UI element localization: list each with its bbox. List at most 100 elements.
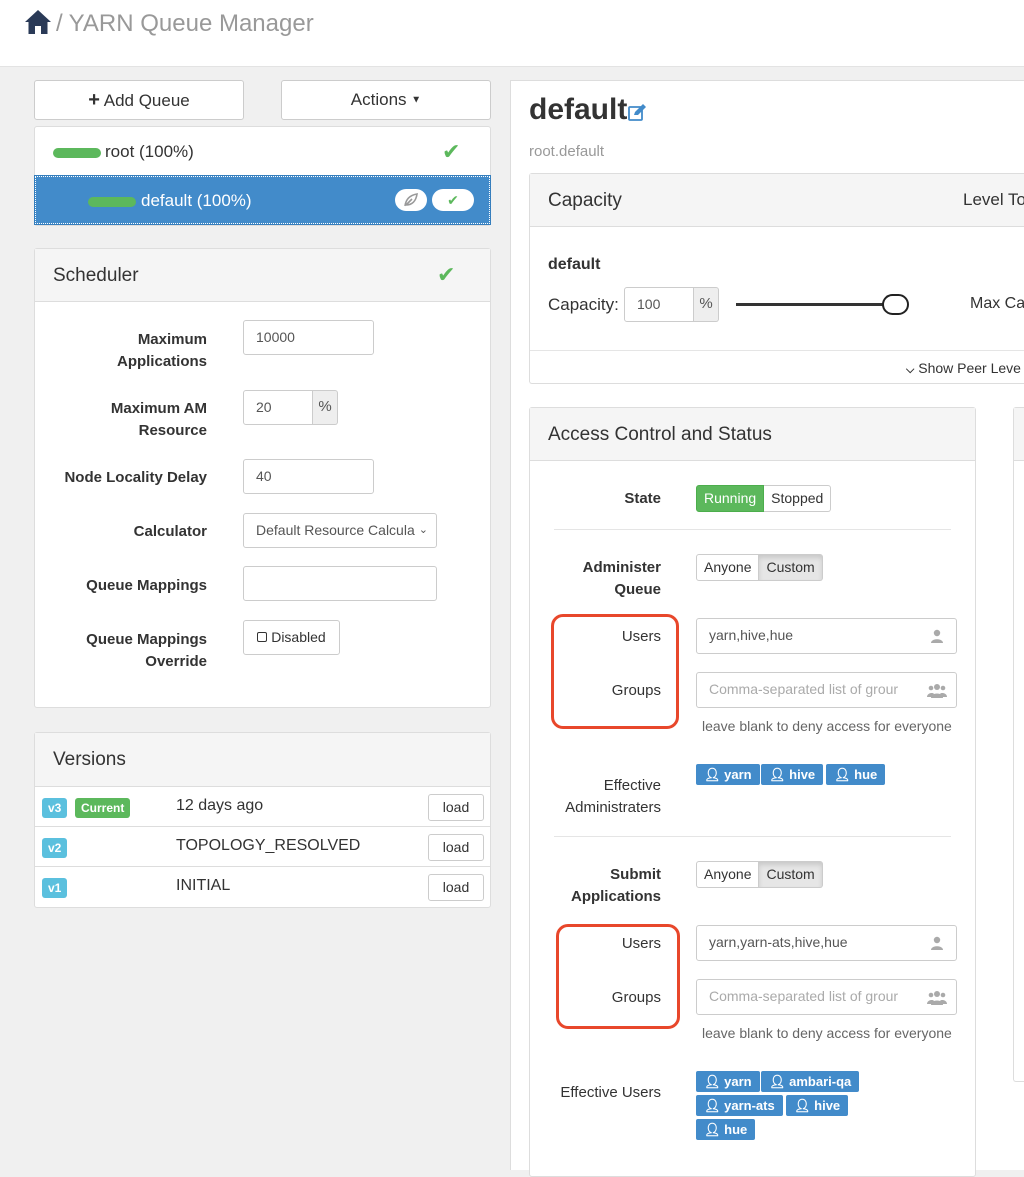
submit-users-input[interactable]: yarn,yarn-ats,hive,hue [696,925,957,961]
submit-custom-button[interactable]: Custom [759,861,823,888]
node-locality-label: Node Locality Delay [64,469,207,486]
side-panel-header [1014,408,1024,461]
mappings-override-toggle[interactable]: Disabled [243,620,340,655]
submit-blank-hint: leave blank to deny access for everyone [702,1025,952,1041]
versions-panel: Versions v3 Current 12 days ago load v2 … [34,732,491,908]
user-icon [931,629,943,643]
scheduler-panel: Scheduler ✔ Maximum Applications 10000 M… [34,248,491,708]
max-apps-label: Maximum Applications [116,331,207,370]
plus-icon: + [88,89,100,111]
submit-groups-placeholder: Comma-separated list of grour [709,988,899,1004]
capacity-panel: Capacity Level To default Capacity: 100 … [529,173,1024,384]
divider [530,350,1024,351]
effective-admin-tag: 👤︎ hue [826,764,886,785]
state-stopped-button[interactable]: Stopped [764,485,832,512]
show-peer-levels-link[interactable]: ⌵ Show Peer Leve [906,360,1021,377]
user-icon: 👤︎ [794,1098,811,1113]
state-label: State [624,490,661,507]
home-icon[interactable] [24,9,52,35]
add-queue-button[interactable]: + Add Queue [34,80,244,120]
submit-groups-label: Groups [611,989,661,1006]
user-icon: 👤︎ [704,1122,721,1137]
scheduler-header: Scheduler ✔ [35,249,490,302]
tag-label: hue [854,767,878,782]
edit-icon[interactable] [627,103,647,123]
state-running-button[interactable]: Running [696,485,765,512]
user-icon: 👤︎ [704,1098,721,1113]
capacity-slider-handle[interactable] [882,294,909,315]
load-button[interactable]: load [428,874,484,901]
access-header: Access Control and Status [530,408,975,461]
tree-item-label: default (100%) [141,191,252,210]
breadcrumb-separator: / [56,10,63,37]
admin-groups-input[interactable]: Comma-separated list of grour [696,672,957,708]
effective-users-label: Effective Users [560,1084,661,1101]
effective-admin-tag: 👤︎ hive [761,764,824,785]
leaf-icon [395,189,427,211]
versions-title: Versions [53,749,126,770]
version-row: v1 INITIAL load [35,866,490,906]
admin-users-label: Users [621,628,661,645]
queue-mappings-label: Queue Mappings [86,577,207,594]
queue-name-title: default [529,93,628,126]
version-name: TOPOLOGY_RESOLVED [176,837,361,854]
admin-blank-hint: leave blank to deny access for everyone [702,718,952,734]
submit-groups-input[interactable]: Comma-separated list of grour [696,979,957,1015]
capacity-input[interactable]: 100 [624,287,694,322]
submit-applications-label: Submit Applications [570,866,661,905]
tree-item-label: root (100%) [105,142,194,161]
version-tag: v1 [42,878,68,898]
capacity-bar [88,197,136,207]
version-row: v3 Current 12 days ago load [35,786,490,826]
version-name: 12 days ago [176,797,264,814]
percent-addon: % [694,287,719,322]
max-capacity-label: Max Ca [970,295,1024,312]
access-panel: Access Control and Status State Running … [529,407,976,1177]
queue-detail: default root.default Capacity Level To d… [510,80,1024,1177]
chevron-down-icon: ⌵ [906,364,915,376]
capacity-slider-track[interactable] [736,303,906,306]
capacity-queue-name: default [548,256,601,273]
check-icon: ✔ [437,262,456,287]
calculator-select[interactable]: Default Resource Calcula ⌄ [243,513,437,548]
mappings-override-label: Queue Mappings Override [86,631,207,670]
version-tag: v3 [42,798,68,818]
administer-toggle: Anyone Custom [696,554,823,581]
load-button[interactable]: load [428,834,484,861]
actions-dropdown-button[interactable]: Actions ▼ [281,80,491,120]
load-button[interactable]: load [428,794,484,821]
max-apps-input[interactable]: 10000 [243,320,374,355]
tag-label: ambari-qa [789,1074,852,1089]
effective-user-tag: 👤︎ hue [696,1119,756,1140]
tag-label: yarn-ats [724,1098,775,1113]
actions-label: Actions [350,90,407,109]
calculator-value: Default Resource Calcula [256,522,415,538]
queue-mappings-input[interactable] [243,566,437,601]
page-title: YARN Queue Manager [68,10,314,37]
administer-queue-label: Administer Queue [582,559,661,598]
scheduler-title: Scheduler [53,265,139,286]
tag-label: hive [789,767,816,782]
divider [554,836,951,837]
node-locality-input[interactable]: 40 [243,459,374,494]
check-icon: ✔ [432,189,474,211]
capacity-title: Capacity [548,190,622,211]
submit-users-value: yarn,yarn-ats,hive,hue [709,934,848,950]
state-toggle: Running Stopped [696,485,832,512]
versions-header: Versions [35,733,490,786]
max-am-input[interactable]: 20 [243,390,313,425]
admin-anyone-button[interactable]: Anyone [696,554,760,581]
tree-item-root[interactable]: root (100%) ✔ [35,127,490,175]
user-icon: 👤︎ [704,767,721,782]
capacity-bar [53,148,101,158]
admin-custom-button[interactable]: Custom [759,554,823,581]
user-icon: 👤︎ [769,767,786,782]
version-tag: v2 [42,838,68,858]
capacity-header: Capacity Level To [530,174,1024,227]
admin-users-input[interactable]: yarn,hive,hue [696,618,957,654]
submit-anyone-button[interactable]: Anyone [696,861,760,888]
calculator-label: Calculator [133,523,207,540]
tree-item-default[interactable]: default (100%) ✔ [34,175,491,225]
submit-toggle: Anyone Custom [696,861,823,888]
access-title: Access Control and Status [548,424,772,445]
